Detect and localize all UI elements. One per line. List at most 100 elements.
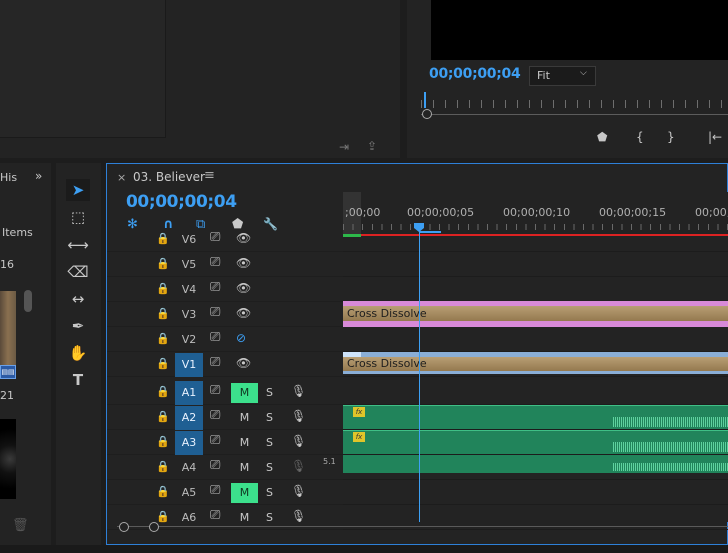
export-frame-icon[interactable]: ⇪ [367, 139, 377, 153]
track-header-v5[interactable]: 🔒 V5 ⎚ 👁 [107, 253, 343, 277]
track-lane[interactable] [343, 278, 728, 302]
sync-lock-icon[interactable]: ⎚ [210, 458, 220, 473]
lock-icon[interactable]: 🔒 [156, 510, 170, 523]
go-to-in-icon[interactable]: |← [708, 130, 722, 144]
track-target-toggle[interactable]: A2 [175, 406, 203, 430]
eye-icon[interactable]: 👁 [236, 306, 251, 320]
mark-out-icon[interactable]: } [667, 130, 675, 144]
sync-lock-camera-icon[interactable]: ⎚ [210, 230, 220, 245]
microphone-icon[interactable]: 🎙 [291, 509, 306, 523]
solo-button[interactable]: S [266, 458, 273, 478]
sync-lock-icon[interactable]: ⎚ [210, 483, 220, 498]
lock-icon[interactable]: 🔒 [156, 232, 170, 245]
lock-icon[interactable]: 🔒 [156, 485, 170, 498]
eye-icon[interactable]: 👁 [236, 256, 251, 270]
scroll-handle-left[interactable] [119, 522, 129, 532]
microphone-icon[interactable]: 🎙 [291, 484, 306, 498]
sync-lock-camera-icon[interactable]: ⎚ [210, 255, 220, 270]
lock-icon[interactable]: 🔒 [156, 357, 170, 370]
track-target-toggle[interactable]: V3 [175, 303, 203, 327]
panel-overflow-chevron-icon[interactable]: » [35, 169, 42, 183]
clip-thumbnail[interactable] [0, 419, 16, 499]
ripple-edit-tool-icon[interactable]: ⟷ [66, 234, 90, 256]
track-header-a2[interactable]: 🔒 A2 ⎚ M S 🎙 [107, 406, 343, 430]
solo-button[interactable]: S [266, 508, 273, 528]
program-timecode[interactable]: 00;00;00;04 [429, 66, 521, 82]
lock-icon[interactable]: 🔒 [156, 307, 170, 320]
track-header-v6[interactable]: 🔒 V6 ⎚ 👁 [107, 228, 343, 252]
track-header-v3[interactable]: 🔒 V3 ⎚ 👁 [107, 303, 343, 327]
program-zoom-scrollbar[interactable] [421, 114, 728, 115]
track-target-toggle[interactable]: A3 [175, 431, 203, 455]
microphone-icon[interactable]: 🎙 [291, 409, 306, 423]
mark-in-icon[interactable]: { [636, 130, 644, 144]
program-playhead[interactable] [424, 92, 426, 108]
audio-clip-a2[interactable] [343, 430, 728, 454]
sync-lock-camera-icon[interactable]: ⎚ [210, 305, 220, 320]
project-scrollbar[interactable] [24, 290, 32, 312]
sync-lock-camera-icon[interactable]: ⎚ [210, 280, 220, 295]
track-target-toggle[interactable]: A4 [175, 456, 203, 480]
lock-icon[interactable]: 🔒 [156, 332, 170, 345]
mute-button[interactable]: M [231, 433, 258, 453]
sync-lock-icon[interactable]: ⎚ [210, 433, 220, 448]
fx-badge-icon[interactable]: fx [353, 407, 365, 417]
track-header-a4[interactable]: 🔒 A4 ⎚ M S 🎙 5.1 [107, 456, 343, 480]
lock-icon[interactable]: 🔒 [156, 257, 170, 270]
track-header-a1[interactable]: 🔒 A1 ⎚ M S 🎙 [107, 381, 343, 405]
track-header-a3[interactable]: 🔒 A3 ⎚ M S 🎙 [107, 431, 343, 455]
timeline-zoom-scrollbar[interactable] [117, 526, 728, 527]
hand-tool-icon[interactable]: ✋ [66, 342, 90, 364]
timeline-timecode[interactable]: 00;00;00;04 [126, 192, 237, 212]
razor-tool-icon[interactable]: ⌫ [66, 261, 90, 283]
mute-button[interactable]: M [231, 458, 258, 478]
pen-tool-icon[interactable]: ✒ [66, 315, 90, 337]
trash-icon[interactable]: 🗑 [12, 518, 29, 533]
track-target-toggle[interactable]: V1 [175, 353, 203, 377]
track-header-a5[interactable]: 🔒 A5 ⎚ M S 🎙 [107, 481, 343, 505]
solo-button[interactable]: S [266, 483, 273, 503]
type-tool-icon[interactable]: T [66, 369, 90, 391]
track-target-toggle[interactable]: A5 [175, 481, 203, 505]
program-scroll-handle[interactable] [422, 109, 432, 119]
track-lane[interactable] [343, 481, 728, 505]
sync-lock-camera-icon[interactable]: ⎚ [210, 330, 220, 345]
track-header-v1[interactable]: 🔒 V1 ⎚ 👁 [107, 353, 343, 377]
lock-icon[interactable]: 🔒 [156, 410, 170, 423]
eye-icon[interactable]: 👁 [236, 356, 251, 370]
track-lane[interactable] [343, 381, 728, 405]
microphone-icon[interactable]: 🎙 [291, 384, 306, 398]
sync-lock-icon[interactable]: ⎚ [210, 383, 220, 398]
lock-icon[interactable]: 🔒 [156, 385, 170, 398]
track-target-toggle[interactable]: A1 [175, 381, 203, 405]
sequence-tab[interactable]: 03. Believer [133, 170, 205, 184]
microphone-icon[interactable]: 🎙 [291, 434, 306, 448]
playhead-line[interactable] [419, 232, 420, 522]
sync-lock-camera-icon[interactable]: ⎚ [210, 355, 220, 370]
lock-icon[interactable]: 🔒 [156, 460, 170, 473]
track-header-v2[interactable]: 🔒 V2 ⎚ ⊘ [107, 328, 343, 352]
lock-icon[interactable]: 🔒 [156, 282, 170, 295]
mute-button[interactable]: M [231, 508, 258, 528]
panel-menu-icon[interactable]: ≡ [204, 168, 215, 183]
mute-button[interactable]: M [231, 383, 258, 403]
insert-icon[interactable]: ⇥ [339, 140, 349, 154]
slip-tool-icon[interactable]: ↔ [66, 288, 90, 310]
selection-tool-icon[interactable]: ➤ [66, 179, 90, 201]
sync-lock-icon[interactable]: ⎚ [210, 408, 220, 423]
track-target-toggle[interactable]: V4 [175, 278, 203, 302]
audio-clip-a1[interactable] [343, 405, 728, 429]
program-time-ruler[interactable] [421, 100, 728, 108]
add-marker-icon[interactable]: ⬟ [597, 130, 607, 144]
audio-clip-a3[interactable] [343, 455, 728, 473]
solo-button[interactable]: S [266, 383, 273, 403]
zoom-fit-select[interactable]: Fit ⌵ [529, 66, 596, 86]
cross-dissolve-transition[interactable]: Cross Dissolve [343, 357, 728, 371]
sync-lock-icon[interactable]: ⎚ [210, 508, 220, 523]
eye-icon[interactable]: 👁 [236, 231, 251, 245]
track-lane[interactable] [343, 228, 728, 252]
eye-off-icon[interactable]: ⊘ [236, 331, 246, 345]
mute-button[interactable]: M [231, 408, 258, 428]
project-panel-title[interactable]: His [0, 171, 17, 184]
mute-button[interactable]: M [231, 483, 258, 503]
